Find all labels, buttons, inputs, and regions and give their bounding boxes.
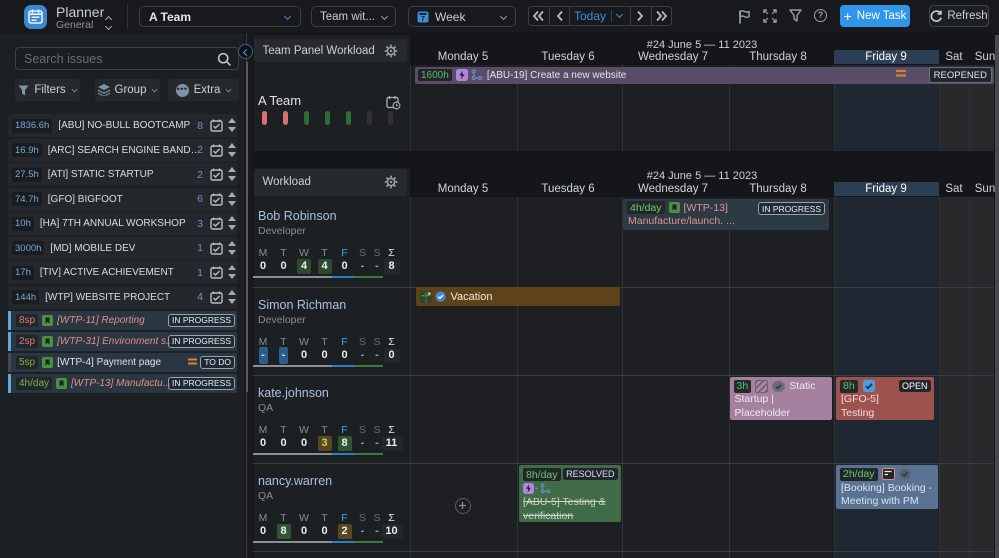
svg-text:7: 7 <box>421 15 425 22</box>
